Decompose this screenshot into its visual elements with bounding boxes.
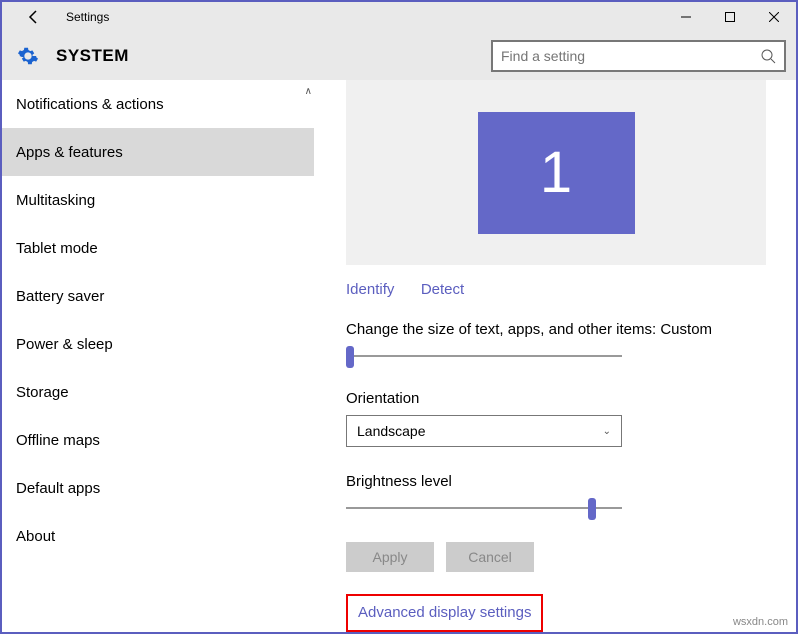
page-title: SYSTEM — [56, 46, 129, 66]
sidebar-item[interactable]: Notifications & actions — [2, 80, 314, 128]
highlight-box: Advanced display settings — [346, 594, 543, 632]
sidebar-item[interactable]: Apps & features — [2, 128, 314, 176]
identify-link[interactable]: Identify — [346, 281, 394, 298]
close-button[interactable] — [752, 2, 796, 32]
sidebar-item[interactable]: Power & sleep — [2, 320, 314, 368]
header: SYSTEM — [2, 32, 796, 80]
brightness-label: Brightness level — [346, 473, 766, 490]
watermark: wsxdn.com — [733, 616, 788, 628]
display-preview: 1 — [346, 80, 766, 265]
minimize-icon — [681, 12, 691, 22]
orientation-label: Orientation — [346, 390, 766, 407]
detect-link[interactable]: Detect — [421, 281, 464, 298]
search-box[interactable] — [491, 40, 786, 72]
back-button[interactable] — [22, 5, 46, 29]
scroll-up-icon[interactable]: ∧ — [305, 86, 312, 97]
sidebar-item[interactable]: Offline maps — [2, 416, 314, 464]
search-input[interactable] — [501, 48, 760, 64]
sidebar-item[interactable]: Default apps — [2, 464, 314, 512]
sidebar-item[interactable]: Battery saver — [2, 272, 314, 320]
sidebar-item[interactable]: Multitasking — [2, 176, 314, 224]
chevron-down-icon: ⌄ — [603, 426, 611, 437]
content-pane: 1 Identify Detect Change the size of tex… — [314, 80, 796, 632]
cancel-button[interactable]: Cancel — [446, 542, 534, 572]
monitor-tile-1[interactable]: 1 — [478, 112, 635, 234]
search-icon — [760, 48, 776, 64]
advanced-display-link[interactable]: Advanced display settings — [358, 604, 531, 621]
sidebar-item[interactable]: About — [2, 512, 314, 560]
sidebar: ∧ Notifications & actionsApps & features… — [2, 80, 314, 632]
slider-thumb[interactable] — [588, 498, 596, 520]
sidebar-item[interactable]: Storage — [2, 368, 314, 416]
window-title: Settings — [66, 10, 109, 24]
maximize-button[interactable] — [708, 2, 752, 32]
sidebar-item[interactable]: Tablet mode — [2, 224, 314, 272]
minimize-button[interactable] — [664, 2, 708, 32]
titlebar: Settings — [2, 2, 796, 32]
arrow-left-icon — [26, 9, 42, 25]
slider-thumb[interactable] — [346, 346, 354, 368]
orientation-select[interactable]: Landscape ⌄ — [346, 415, 622, 447]
scaling-slider[interactable] — [346, 346, 622, 368]
maximize-icon — [725, 12, 735, 22]
scaling-label: Change the size of text, apps, and other… — [346, 321, 766, 338]
orientation-value: Landscape — [357, 423, 426, 439]
gear-icon — [16, 44, 40, 68]
apply-button[interactable]: Apply — [346, 542, 434, 572]
brightness-slider[interactable] — [346, 498, 622, 520]
close-icon — [769, 12, 779, 22]
